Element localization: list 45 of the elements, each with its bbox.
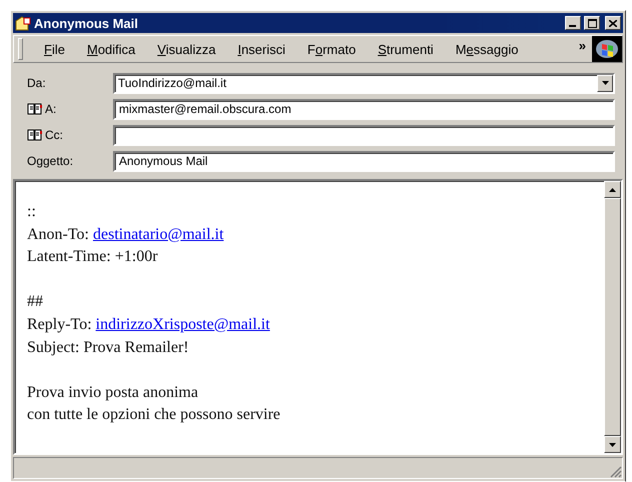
mail-app-icon (15, 15, 31, 31)
message-line: Reply-To: indirizzoXrisposte@mail.it (27, 314, 270, 335)
field-label: Cc: (45, 128, 63, 142)
field-label: Oggetto: (27, 154, 74, 168)
menu-item[interactable]: Inserisci (226, 42, 296, 56)
up-arrow-icon (609, 188, 616, 192)
dropdown-button[interactable] (597, 74, 613, 92)
message-line: con tutte le opzioni che possono servire (27, 405, 280, 426)
menu-overflow[interactable]: » (578, 36, 586, 53)
window-title: Anonymous Mail (34, 16, 140, 30)
email-link[interactable]: destinatario@mail.it (92, 226, 224, 243)
message-line: Anon-To: destinatario@mail.it (27, 224, 224, 245)
menu-item[interactable]: Modifica (76, 42, 146, 56)
windows-flag-icon (595, 38, 619, 60)
down-arrow-icon (609, 442, 616, 446)
address-book-icon[interactable] (27, 129, 42, 141)
message-line: Prova invio posta anonima (27, 382, 198, 403)
address-book-icon[interactable] (27, 103, 42, 115)
scroll-up-button[interactable] (604, 181, 621, 198)
input-field[interactable] (113, 124, 615, 146)
menu-item[interactable]: Strumenti (366, 42, 444, 56)
menu-item[interactable]: Visualizza (146, 42, 227, 56)
down-arrow-icon (602, 81, 608, 85)
maximize-icon (588, 18, 596, 28)
field-label: Da: (27, 76, 46, 90)
sender-dropdown[interactable]: TuoIndirizzo@mail.it (113, 72, 615, 94)
minimize-button[interactable] (565, 16, 581, 30)
close-icon (609, 20, 617, 26)
resize-grip-icon[interactable] (610, 466, 622, 478)
menu-item[interactable]: Formato (296, 42, 367, 56)
close-button[interactable] (605, 16, 621, 30)
message-line: ## (27, 292, 43, 312)
menu-item[interactable]: Messaggio (444, 42, 530, 56)
message-line: Subject: Prova Remailer! (27, 338, 189, 358)
message-line: Latent-Time: +1:00r (27, 247, 158, 268)
scrollbar-thumb[interactable] (604, 198, 621, 436)
email-link[interactable]: indirizzoXrisposte@mail.it (96, 316, 270, 333)
input-field[interactable]: Anonymous Mail (113, 150, 615, 172)
menu-item[interactable]: File (33, 42, 76, 56)
scroll-down-button[interactable] (604, 436, 621, 453)
maximize-button[interactable] (584, 16, 600, 30)
dropdown-value[interactable]: TuoIndirizzo@mail.it (115, 76, 597, 90)
field-label: A: (45, 102, 56, 116)
input-field[interactable]: mixmaster@remail.obscura.com (113, 98, 615, 120)
message-line: :: (27, 202, 36, 222)
